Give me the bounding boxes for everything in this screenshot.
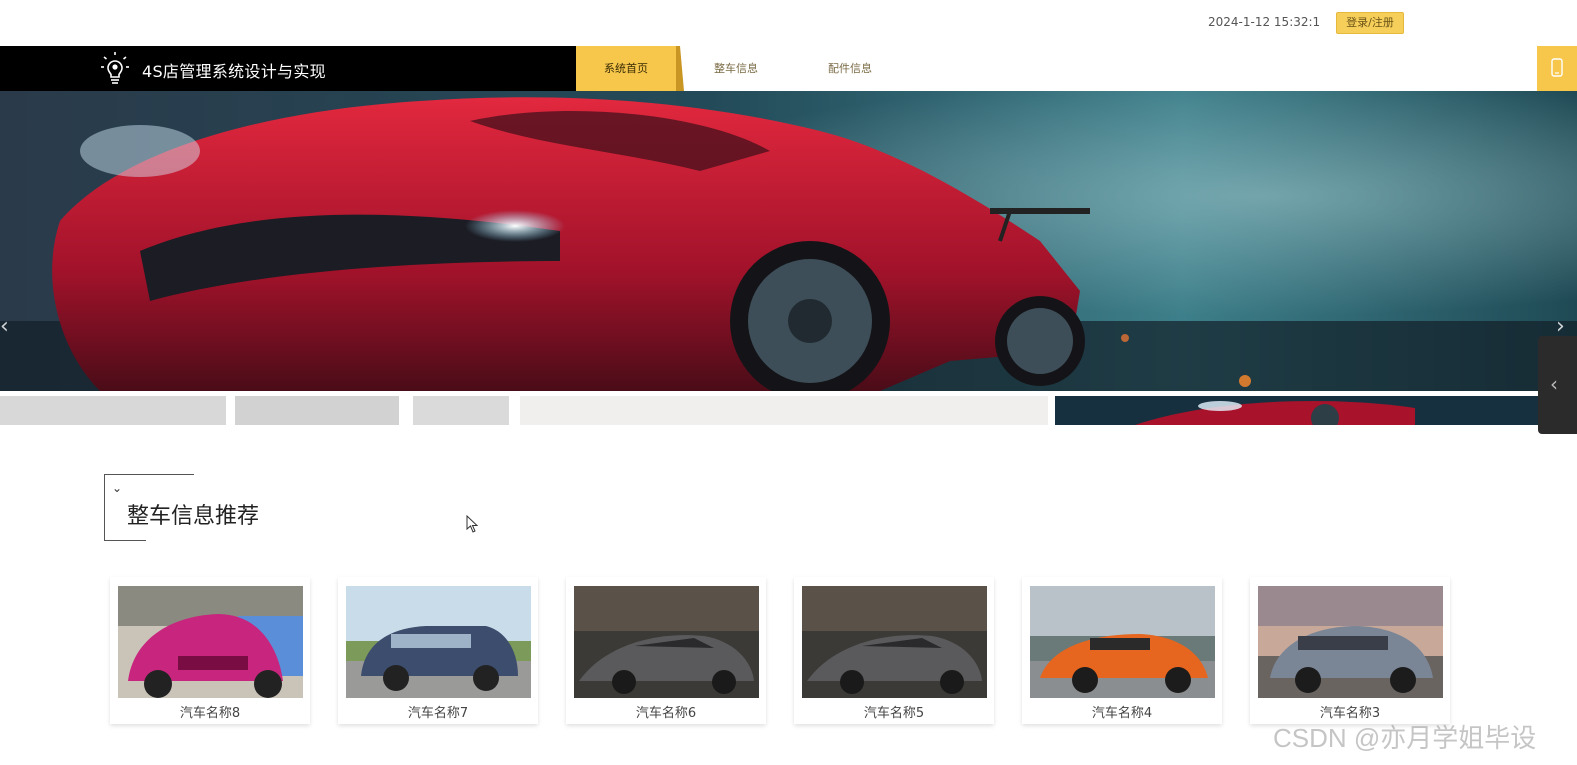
banner-carousel[interactable]: ‹ › <box>0 91 1577 391</box>
product-name: 汽车名称4 <box>1091 706 1153 721</box>
banner-image <box>0 91 1577 391</box>
product-name: 汽车名称7 <box>407 706 469 721</box>
product-image <box>1030 586 1215 698</box>
datetime-text: 2024-1-12 15:32:1 <box>1208 15 1321 29</box>
nav-item-parts[interactable]: 配件信息 <box>820 46 880 91</box>
mobile-icon <box>1551 58 1563 77</box>
product-image <box>1258 586 1443 698</box>
section-title: 整车信息推荐 <box>127 504 260 529</box>
login-register-button[interactable]: 登录/注册 <box>1336 12 1404 34</box>
chevron-down-icon: ⌄ <box>112 481 123 495</box>
product-card[interactable]: 汽车名称5 <box>794 577 994 724</box>
thumbnail-5[interactable] <box>1055 396 1538 425</box>
page: 2024-1-12 15:32:1 登录/注册 4S店管理系统设计与实现 系统首… <box>0 0 1577 765</box>
nav-item-home[interactable]: 系统首页 <box>576 46 676 91</box>
banner-next-arrow[interactable]: › <box>1556 316 1565 338</box>
thumbnail-2[interactable] <box>235 396 399 425</box>
product-card[interactable]: 汽车名称4 <box>1022 577 1222 724</box>
product-card[interactable]: 汽车名称7 <box>338 577 538 724</box>
lightbulb-gear-icon <box>101 52 129 84</box>
thumbnail-1[interactable] <box>0 396 226 425</box>
top-bar: 2024-1-12 15:32:1 登录/注册 <box>0 0 1577 46</box>
product-image <box>118 586 303 698</box>
side-collapse-tab[interactable]: ‹ <box>1538 336 1577 434</box>
chevron-left-icon: ‹ <box>1550 372 1558 396</box>
mouse-cursor-icon <box>466 515 479 533</box>
product-image <box>574 586 759 698</box>
product-name: 汽车名称8 <box>179 706 241 721</box>
watermark: CSDN @亦月学姐毕设 <box>1273 723 1537 753</box>
nav-active-accent <box>676 46 684 91</box>
nav-item-cars[interactable]: 整车信息 <box>706 46 766 91</box>
brand-title: 4S店管理系统设计与实现 <box>142 62 326 81</box>
section-title-frame-bottom <box>104 540 146 541</box>
product-card[interactable]: 汽车名称6 <box>566 577 766 724</box>
banner-thumbnails <box>0 396 1577 425</box>
product-card[interactable]: 汽车名称3 <box>1250 577 1450 724</box>
product-card[interactable]: 汽车名称8 <box>110 577 310 724</box>
product-name: 汽车名称5 <box>863 706 925 721</box>
banner-prev-arrow[interactable]: ‹ <box>0 316 9 338</box>
product-name: 汽车名称6 <box>635 706 697 721</box>
thumbnail-3[interactable] <box>413 396 509 425</box>
thumbnail-4[interactable] <box>520 396 1048 425</box>
product-image <box>802 586 987 698</box>
product-image <box>346 586 531 698</box>
thumbnail-5-image <box>1055 396 1538 425</box>
mobile-button[interactable] <box>1537 46 1577 91</box>
